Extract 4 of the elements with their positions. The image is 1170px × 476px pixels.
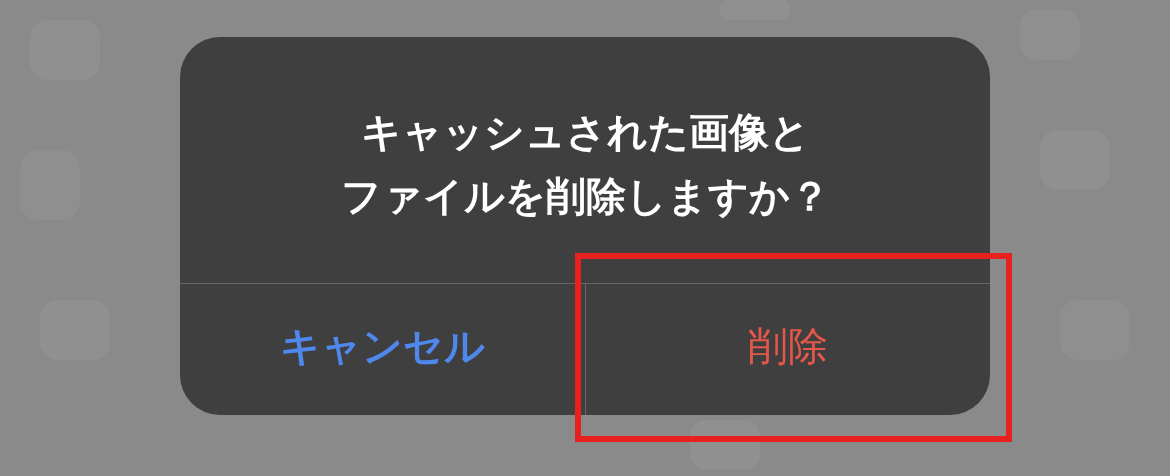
- alert-message: ファイルを削除しますか？: [340, 172, 830, 221]
- cancel-button[interactable]: キャンセル: [180, 284, 585, 415]
- delete-button[interactable]: 削除: [585, 284, 990, 415]
- alert-message: キャッシュされた画像と: [360, 108, 810, 157]
